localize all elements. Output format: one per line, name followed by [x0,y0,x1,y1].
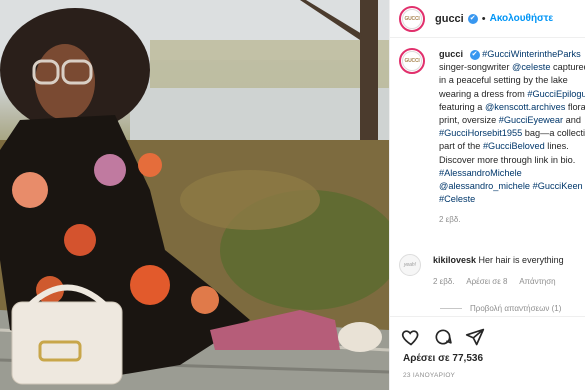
caption-segment: part of the [439,141,483,152]
post-header: GUCCI gucci ✔ • Ακολουθήστε [390,0,585,38]
caption-segment: bag—a collection [524,128,585,139]
caption-line: #Celeste [439,193,585,206]
caption-link[interactable]: #GucciWinterintheParks [482,49,581,59]
caption-segment: floral [567,101,585,112]
comment-time: 2 εβδ. [433,277,455,286]
caption-line: #AlessandroMichele [439,167,585,180]
caption-line: @alessandro_michele #GucciKeen [439,180,585,193]
caption-line: singer-songwriter @celeste captured [439,61,585,74]
caption-link[interactable]: #Celeste [439,194,475,204]
view-replies-label: Προβολή απαντήσεων (1) [470,304,562,313]
caption-link[interactable]: #GucciEyewear [499,115,563,125]
caption-segment: lines. [544,141,569,152]
view-replies-link[interactable]: Προβολή απαντήσεων (1) [440,304,561,313]
caption-link[interactable]: #GucciEpilogue [527,89,585,99]
post-date: 23 ΙΑΝΟΥΑΡΙΟΥ [403,372,456,379]
post-caption: GUCCI gucci ✔ #GucciWinterintheParks sing… [399,48,585,227]
verified-badge-icon: ✔ [467,13,478,24]
caption-link[interactable]: @kenscott.archives [485,102,565,112]
comment-username[interactable]: kikilovesk [433,255,476,265]
caption-link[interactable]: #AlessandroMichele [439,168,522,178]
caption-segment: featuring a [439,101,485,112]
caption-line: #GucciHorsebit1955 bag—a collection [439,127,585,140]
comment-icon[interactable] [433,327,453,347]
commenter-avatar[interactable]: yeah! [399,254,421,276]
caption-time: 2 εβδ. [439,215,461,225]
heart-icon[interactable] [401,327,421,347]
likes-count[interactable]: Αρέσει σε 77,536 [403,353,483,364]
caption-segment: print, oversize [439,115,499,126]
caption-line: featuring a @kenscott.archives floral [439,101,585,114]
caption-avatar[interactable]: GUCCI [399,48,425,74]
caption-line: gucci ✔ #GucciWinterintheParks [439,48,585,61]
comment-meta: 2 εβδ. Αρέσει σε 8 Απάντηση [433,277,566,286]
caption-username[interactable]: gucci [439,49,463,59]
post-actions: Αρέσει σε 77,536 23 ΙΑΝΟΥΑΡΙΟΥ [390,316,585,390]
replies-line [440,308,462,309]
comment-text: Her hair is everything [478,255,564,265]
caption-link[interactable]: @alessandro_michele [439,181,530,191]
share-icon[interactable] [465,327,485,347]
caption-link[interactable]: #GucciHorsebit1955 [439,128,522,138]
caption-segment: wearing a dress from [439,88,528,99]
comment-body: kikilovesk Her hair is everything [433,254,566,267]
caption-line: part of the #GucciBeloved lines. [439,140,585,153]
caption-link[interactable]: #GucciBeloved [483,141,545,151]
caption-line: wearing a dress from #GucciEpilogue [439,88,585,101]
post-side-panel: GUCCI gucci ✔ • Ακολουθήστε GUCCI gucci … [389,0,585,390]
caption-line: Discover more through link in bio. [439,154,585,167]
photo-illustration [0,0,389,390]
caption-link[interactable]: #GucciKeen [533,181,583,191]
caption-segment: captured [550,62,585,73]
caption-line: print, oversize #GucciEyewear and [439,114,585,127]
follow-button[interactable]: Ακολουθήστε [490,13,554,24]
caption-text: gucci ✔ #GucciWinterintheParks singer-son… [439,48,585,227]
avatar-logo: GUCCI [402,8,422,29]
avatar-logo: GUCCI [402,51,422,71]
separator-dot: • [481,12,486,25]
comment-item: yeah! kikilovesk Her hair is everything … [399,254,566,286]
post-photo [0,0,389,390]
profile-avatar[interactable]: GUCCI [399,5,425,32]
caption-segment: singer-songwriter [439,62,513,73]
caption-segment: in a peaceful setting by the lake [439,75,568,86]
caption-line: in a peaceful setting by the lake [439,74,585,87]
verified-badge-icon: ✔ [469,49,480,60]
caption-segment: Discover more through link in bio. [439,154,576,165]
reply-button[interactable]: Απάντηση [519,277,555,286]
comment-likes[interactable]: Αρέσει σε 8 [466,277,507,286]
caption-segment: and [563,115,581,126]
caption-link[interactable]: @celeste [512,62,550,72]
header-username[interactable]: gucci [435,13,464,25]
